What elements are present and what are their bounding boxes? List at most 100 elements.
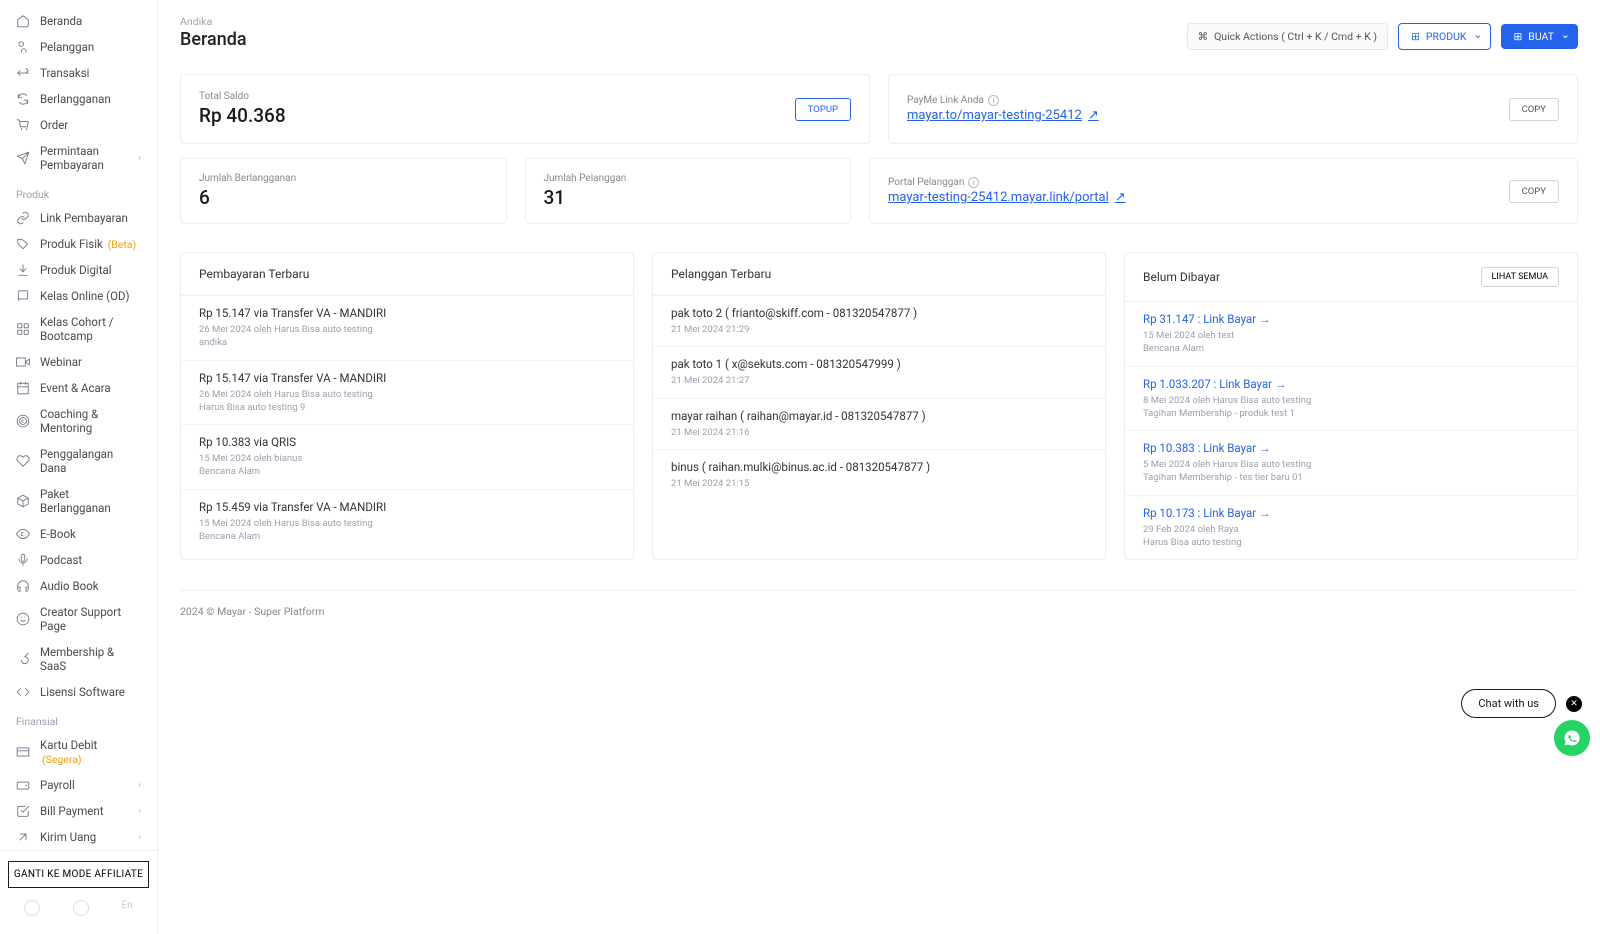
sidebar-item-bill-payment[interactable]: Bill Payment› (0, 798, 157, 824)
affiliate-button[interactable]: GANTI KE MODE AFFILIATE (8, 861, 149, 888)
payme-link[interactable]: mayar.to/mayar-testing-25412 ↗ (907, 108, 1099, 123)
nav-label: Permintaan Pembayaran (40, 144, 128, 172)
pelanggan-card: Jumlah Pelanggan 31 (525, 158, 852, 224)
arrows-icon (16, 66, 30, 80)
copy-portal-button[interactable]: COPY (1509, 180, 1559, 203)
sidebar-item-produk-digital[interactable]: Produk Digital (0, 257, 157, 283)
sidebar-item-kelas-online-od-[interactable]: Kelas Online (OD) (0, 283, 157, 309)
info-icon[interactable]: i (988, 95, 999, 106)
package-icon (16, 494, 30, 508)
sidebar-item-membership-saas[interactable]: Membership & SaaS (0, 639, 157, 679)
stats-row-1: Total Saldo Rp 40.368 TOPUP PayMe Link A… (180, 74, 1578, 144)
list-item[interactable]: Rp 15.459 via Transfer VA - MANDIRI 15 Me… (181, 490, 633, 554)
nav-label: Produk Digital (40, 263, 112, 277)
sidebar-item-creator-support-page[interactable]: Creator Support Page (0, 599, 157, 639)
list-item[interactable]: Rp 1.033.207 : Link Bayar →8 Mei 2024 ol… (1125, 367, 1577, 432)
info-icon[interactable]: i (968, 177, 979, 188)
portal-link[interactable]: mayar-testing-25412.mayar.link/portal ↗ (888, 190, 1126, 205)
sidebar-item-coaching-mentoring[interactable]: Coaching & Mentoring (0, 401, 157, 441)
chat-pill[interactable]: Chat with us (1461, 689, 1556, 718)
buat-dropdown-button[interactable]: ⊞ BUAT (1501, 24, 1578, 49)
sidebar-item-audio-book[interactable]: Audio Book (0, 573, 157, 599)
sidebar-item-kirim-uang[interactable]: Kirim Uang› (0, 824, 157, 850)
list-item[interactable]: Rp 10.383 : Link Bayar →5 Mei 2024 oleh … (1125, 431, 1577, 496)
sidebar-item-podcast[interactable]: Podcast (0, 547, 157, 573)
list-item[interactable]: pak toto 1 ( x@sekuts.com - 081320547999… (653, 347, 1105, 398)
produk-dropdown-button[interactable]: ⊞ PRODUK (1398, 23, 1491, 50)
item-meta: 21 Mei 2024 21:29 (671, 323, 1087, 336)
whatsapp-fab[interactable] (1554, 720, 1590, 756)
see-all-button[interactable]: LIHAT SEMUA (1481, 267, 1559, 287)
sidebar-item-paket-berlangganan[interactable]: Paket Berlangganan (0, 481, 157, 521)
payments-title: Pembayaran Terbaru (199, 267, 309, 281)
item-meta: 26 Mei 2024 oleh Harus Bisa auto testing (199, 388, 615, 401)
item-title: Rp 10.383 : Link Bayar → (1143, 441, 1559, 455)
footer: 2024 © Mayar - Super Platform (180, 590, 1578, 648)
bottom-icon-1[interactable] (24, 900, 40, 916)
sidebar-item-berlangganan[interactable]: Berlangganan (0, 86, 157, 112)
copy-payme-button[interactable]: COPY (1509, 98, 1559, 121)
main: Andika Beranda ⌘ Quick Actions ( Ctrl + … (158, 0, 1600, 934)
nav-label: Membership & SaaS (40, 645, 141, 673)
item-title: mayar raihan ( raihan@mayar.id - 0813205… (671, 409, 1087, 423)
pay-link[interactable]: Rp 31.147 : Link Bayar → (1143, 312, 1270, 326)
grid-icon (16, 322, 30, 336)
pay-link[interactable]: Rp 10.173 : Link Bayar → (1143, 506, 1270, 520)
sidebar-item-e-book[interactable]: E-Book (0, 521, 157, 547)
nav-label: Coaching & Mentoring (40, 407, 141, 435)
sidebar-item-kartu-debit[interactable]: Kartu Debit (Segera) (0, 732, 157, 772)
chat-close-button[interactable]: ✕ (1566, 696, 1582, 712)
portal-label: Portal Pelanggan i (888, 177, 1126, 188)
list-item[interactable]: pak toto 2 ( frianto@skiff.com - 0813205… (653, 296, 1105, 347)
item-title: binus ( raihan.mulki@binus.ac.id - 08132… (671, 460, 1087, 474)
list-item[interactable]: Rp 15.147 via Transfer VA - MANDIRI26 Me… (181, 296, 633, 361)
list-item[interactable]: Rp 10.173 : Link Bayar → 29 Feb 2024 oleh… (1125, 496, 1577, 560)
sidebar-item-webinar[interactable]: Webinar (0, 349, 157, 375)
code-icon (16, 685, 30, 699)
sidebar-item-kelas-cohort-bootcamp[interactable]: Kelas Cohort / Bootcamp (0, 309, 157, 349)
link-icon (16, 211, 30, 225)
item-meta: 29 Feb 2024 oleh Raya (1143, 523, 1559, 536)
item-title: pak toto 1 ( x@sekuts.com - 081320547999… (671, 357, 1087, 371)
sidebar-item-transaksi[interactable]: Transaksi (0, 60, 157, 86)
chevron-right-icon: › (138, 153, 141, 164)
bottom-icon-2[interactable] (73, 900, 89, 916)
list-item[interactable]: Rp 10.383 via QRIS15 Mei 2024 oleh bianu… (181, 425, 633, 490)
item-meta2: Bencana Alam (199, 530, 615, 543)
sidebar-item-beranda[interactable]: Beranda (0, 8, 157, 34)
bottom-icon-3[interactable]: En (121, 900, 132, 916)
list-item[interactable]: Rp 31.147 : Link Bayar →15 Mei 2024 oleh… (1125, 302, 1577, 367)
berlangganan-label: Jumlah Berlangganan (199, 173, 488, 184)
whatsapp-icon (1563, 729, 1581, 747)
pay-link[interactable]: Rp 10.383 : Link Bayar → (1143, 441, 1270, 455)
nav-label: Kirim Uang (40, 830, 96, 844)
item-meta2: andika (199, 336, 615, 349)
list-item[interactable]: mayar raihan ( raihan@mayar.id - 0813205… (653, 399, 1105, 450)
sidebar-item-payroll[interactable]: Payroll› (0, 772, 157, 798)
sidebar-item-lisensi-software[interactable]: Lisensi Software (0, 679, 157, 705)
item-meta2: Bencana Alam (199, 465, 615, 478)
sidebar-item-permintaan-pembayaran[interactable]: Permintaan Pembayaran › (0, 138, 157, 178)
sidebar-item-produk-fisik[interactable]: Produk Fisik (Beta) (0, 231, 157, 257)
nav-label: Berlangganan (40, 92, 111, 106)
pay-link[interactable]: Rp 1.033.207 : Link Bayar → (1143, 377, 1286, 391)
sidebar-item-order[interactable]: Order (0, 112, 157, 138)
plus-icon: ⊞ (1513, 30, 1522, 43)
bottom-icons: En (8, 888, 149, 916)
item-title: Rp 15.459 via Transfer VA - MANDIRI (199, 500, 615, 514)
sidebar-item-link-pembayaran[interactable]: Link Pembayaran (0, 205, 157, 231)
item-meta2: Tagihan Membership - tes tier baru 01 (1143, 471, 1559, 484)
nav-label: Link Pembayaran (40, 211, 128, 225)
key-icon (16, 652, 30, 666)
quick-actions-button[interactable]: ⌘ Quick Actions ( Ctrl + K / Cmd + K ) (1187, 23, 1389, 50)
item-meta: 15 Mei 2024 oleh Harus Bisa auto testing (199, 517, 615, 530)
sidebar-item-event-acara[interactable]: Event & Acara (0, 375, 157, 401)
saldo-label: Total Saldo (199, 91, 286, 102)
item-meta: 15 Mei 2024 oleh bianus (199, 452, 615, 465)
topup-button[interactable]: TOPUP (795, 98, 851, 121)
sidebar-item-penggalangan-dana[interactable]: Penggalangan Dana (0, 441, 157, 481)
sidebar-item-pelanggan[interactable]: Pelanggan (0, 34, 157, 60)
list-item[interactable]: binus ( raihan.mulki@binus.ac.id - 08132… (653, 450, 1105, 500)
nav-label: Transaksi (40, 66, 89, 80)
list-item[interactable]: Rp 15.147 via Transfer VA - MANDIRI26 Me… (181, 361, 633, 426)
